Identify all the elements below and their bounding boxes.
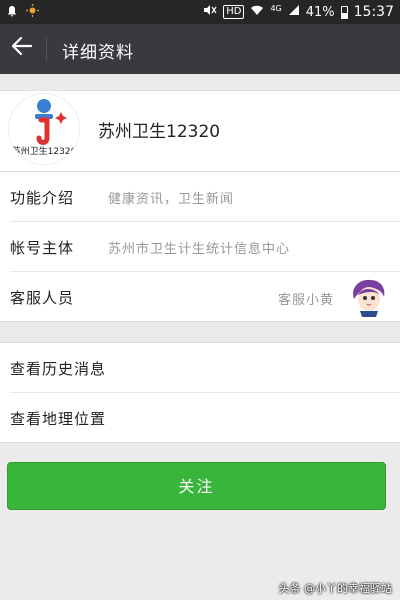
signal-icon: [288, 4, 300, 20]
row-value: 苏州市卫生计生统计信息中心: [108, 242, 291, 257]
clock: 15:37: [353, 4, 394, 20]
row-label: 查看历史消息: [10, 360, 107, 378]
notification-bell-icon: [6, 5, 18, 21]
account-avatar[interactable]: 苏州卫生12320: [8, 93, 80, 165]
view-location-row[interactable]: 查看地理位置: [10, 393, 400, 442]
follow-button[interactable]: 关注: [7, 462, 386, 510]
info-group: 功能介绍 健康资讯，卫生新闻 帐号主体 苏州市卫生计生统计信息中心 客服人员 客…: [0, 172, 400, 322]
action-group: 查看历史消息 查看地理位置: [0, 342, 400, 443]
wifi-icon: [250, 4, 264, 20]
row-label: 客服人员: [10, 289, 75, 307]
customer-service-avatar-icon: [346, 277, 390, 317]
header-divider: [46, 37, 47, 61]
page-title: 详细资料: [62, 43, 134, 63]
watermark: 头条 @小丫的幸福驿站: [278, 582, 393, 595]
battery-icon: [340, 5, 348, 19]
hd-badge: HD: [223, 5, 245, 19]
row-value: 健康资讯，卫生新闻: [108, 192, 235, 207]
network-label: 4G: [270, 3, 282, 13]
back-arrow-icon: [11, 36, 33, 59]
avatar-caption: 苏州卫生12320: [12, 145, 77, 157]
info-row-customer-service[interactable]: 客服人员 客服小黄: [10, 272, 400, 321]
battery-percent: 41%: [305, 4, 335, 20]
row-label: 帐号主体: [10, 239, 75, 257]
profile-card: 苏州卫生12320 苏州卫生12320: [0, 90, 400, 172]
weather-sun-icon: [26, 4, 39, 21]
back-button[interactable]: [6, 32, 38, 64]
info-row-function: 功能介绍 健康资讯，卫生新闻: [10, 172, 400, 222]
status-bar: HD 4G 41% 15:37: [0, 0, 400, 24]
mute-icon: [203, 4, 217, 20]
account-name: 苏州卫生12320: [98, 122, 221, 142]
health-logo-icon: 苏州卫生12320: [12, 99, 77, 157]
view-history-messages-row[interactable]: 查看历史消息: [10, 343, 400, 393]
row-label: 功能介绍: [10, 189, 75, 207]
app-header: 详细资料: [0, 24, 400, 74]
row-value: 客服小黄: [277, 293, 334, 308]
info-row-account-owner[interactable]: 帐号主体 苏州市卫生计生统计信息中心: [10, 222, 400, 272]
row-label: 查看地理位置: [10, 410, 107, 428]
